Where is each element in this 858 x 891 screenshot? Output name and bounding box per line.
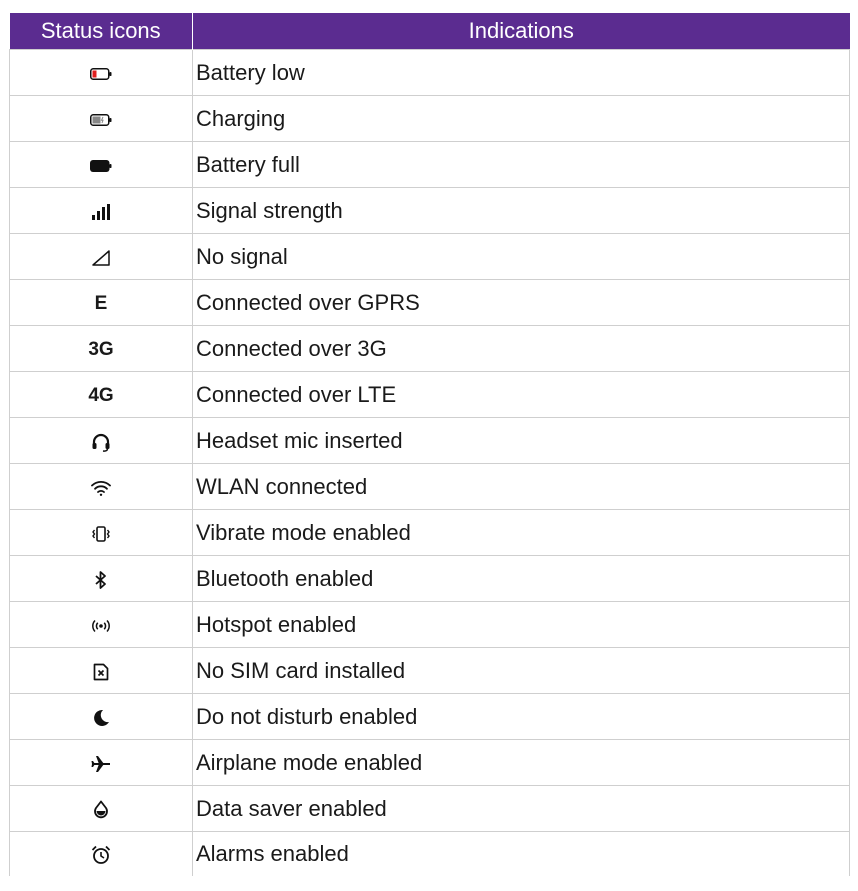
table-row: Data saver enabled (9, 785, 850, 832)
data-saver-icon (93, 800, 109, 820)
row-label: Connected over LTE (192, 371, 850, 418)
row-label: Airplane mode enabled (192, 739, 850, 786)
table-row: 3G Connected over 3G (9, 325, 850, 372)
row-label: Headset mic inserted (192, 417, 850, 464)
table-row: Bluetooth enabled (9, 555, 850, 602)
moon-icon (92, 709, 110, 727)
row-label: Alarms enabled (192, 831, 850, 876)
row-label: Bluetooth enabled (192, 555, 850, 602)
table-row: Signal strength (9, 187, 850, 234)
battery-charging-icon (90, 113, 112, 126)
table-header-row: Status icons Indications (9, 13, 850, 50)
battery-low-icon (90, 67, 112, 80)
table-row: Vibrate mode enabled (9, 509, 850, 556)
table-row: 4G Connected over LTE (9, 371, 850, 418)
row-label: WLAN connected (192, 463, 850, 510)
row-label: No signal (192, 233, 850, 280)
airplane-icon (91, 755, 111, 773)
row-label: No SIM card installed (192, 647, 850, 694)
table-row: Hotspot enabled (9, 601, 850, 648)
row-label: Vibrate mode enabled (192, 509, 850, 556)
header-indications: Indications (192, 13, 850, 50)
alarm-icon (91, 845, 111, 865)
4g-icon: 4G (88, 385, 114, 407)
row-label: Battery full (192, 141, 850, 188)
row-label: Do not disturb enabled (192, 693, 850, 740)
gprs-icon: E (94, 293, 108, 315)
table-row: Do not disturb enabled (9, 693, 850, 740)
row-label: Connected over 3G (192, 325, 850, 372)
vibrate-icon (91, 525, 111, 542)
table-row: Battery full (9, 141, 850, 188)
table-row: Airplane mode enabled (9, 739, 850, 786)
wifi-icon (91, 480, 111, 496)
signal-strength-icon (92, 203, 110, 220)
table-row: No signal (9, 233, 850, 280)
table-row: Alarms enabled (9, 831, 850, 876)
table-row: No SIM card installed (9, 647, 850, 694)
table-row: Charging (9, 95, 850, 142)
bluetooth-icon (94, 570, 108, 589)
row-label: Battery low (192, 49, 850, 96)
row-label: Data saver enabled (192, 785, 850, 832)
3g-icon: 3G (88, 339, 114, 361)
headset-icon (91, 432, 111, 452)
status-icons-table: Status icons Indications Battery low Cha… (9, 13, 850, 876)
table-row: Headset mic inserted (9, 417, 850, 464)
header-status-icons: Status icons (9, 13, 193, 50)
no-sim-icon (93, 663, 109, 681)
row-label: Signal strength (192, 187, 850, 234)
table-row: Battery low (9, 49, 850, 96)
table-row: WLAN connected (9, 463, 850, 510)
row-label: Connected over GPRS (192, 279, 850, 326)
battery-full-icon (90, 159, 112, 172)
row-label: Hotspot enabled (192, 601, 850, 648)
hotspot-icon (91, 619, 111, 633)
row-label: Charging (192, 95, 850, 142)
no-signal-icon (92, 249, 110, 266)
table-row: E Connected over GPRS (9, 279, 850, 326)
